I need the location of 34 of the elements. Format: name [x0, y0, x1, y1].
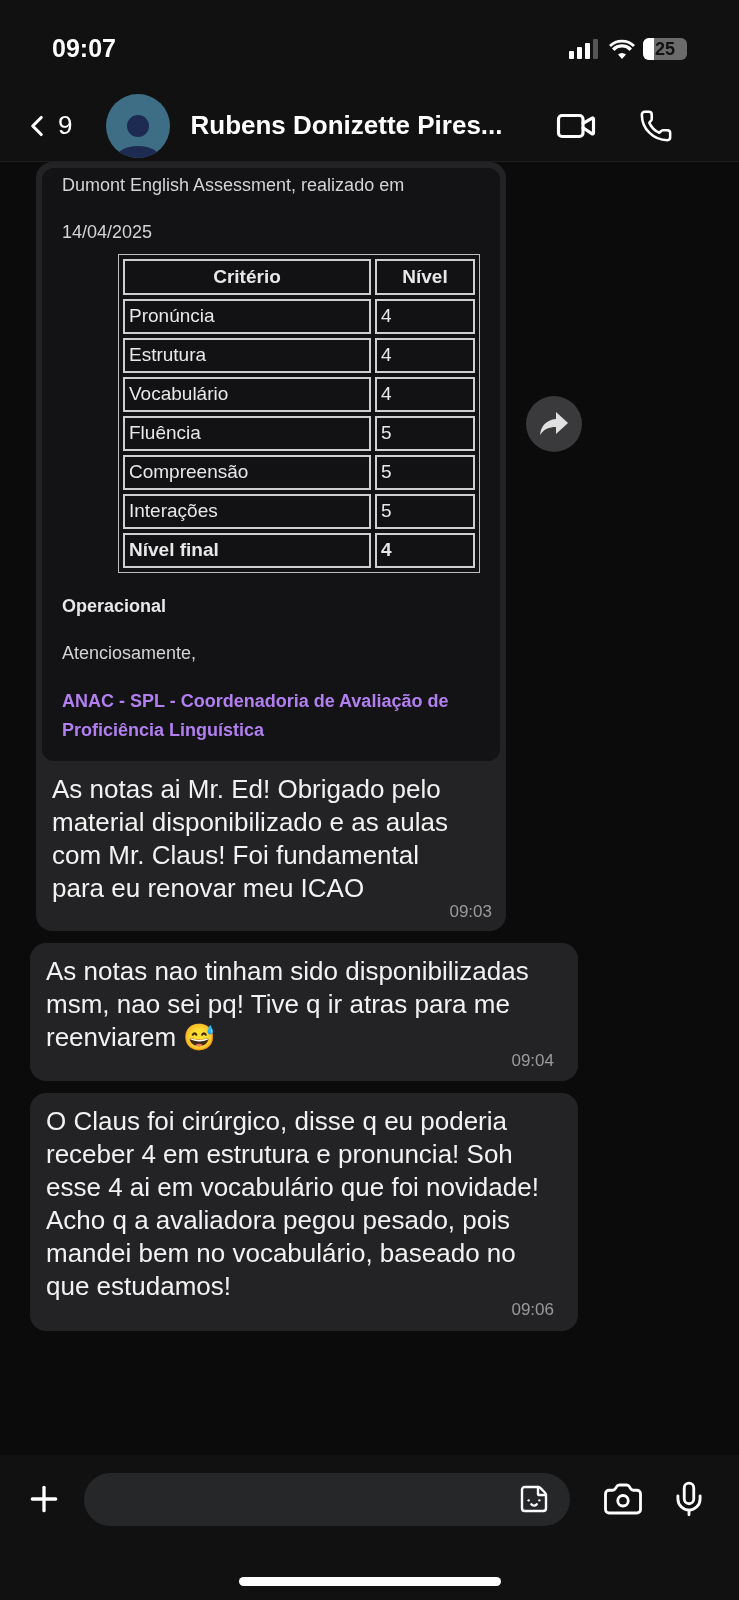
table-cell: 4 — [375, 299, 475, 334]
table-cell: 4 — [375, 338, 475, 373]
table-cell: 5 — [375, 455, 475, 490]
table-cell: Pronúncia — [123, 299, 371, 334]
table-cell: 4 — [375, 533, 475, 568]
table-cell: Estrutura — [123, 338, 371, 373]
table-header-cell: Nível — [375, 259, 475, 295]
message-input-field[interactable] — [84, 1472, 570, 1526]
sticker-icon[interactable] — [518, 1483, 550, 1515]
table-cell: 5 — [375, 494, 475, 529]
signature-link[interactable]: ANAC - SPL - Coordenadoria de Avaliação de Proficiência Linguística — [62, 687, 480, 745]
document-text: Atenciosamente, — [62, 642, 198, 665]
contact-name[interactable]: Rubens Donizette Pires... — [190, 106, 503, 145]
table-cell: Compreensão — [123, 455, 371, 490]
signal-icon — [569, 39, 601, 59]
message-text: As notas ai Mr. Ed! Obrigado pelo material disponibilizado e as aulas com Mr. Claus! Foi fundamental para eu renovar meu ICAO — [51, 773, 449, 905]
status-time: 09:07 — [52, 33, 116, 65]
table-cell: Nível final — [123, 533, 371, 568]
table-cell: Interações — [123, 494, 371, 529]
table-header-cell: Critério — [123, 259, 371, 295]
back-button[interactable]: 9 — [20, 106, 73, 145]
table-cell: 5 — [375, 416, 475, 451]
wifi-icon — [609, 39, 635, 59]
document-text: 14/04/2025 — [62, 221, 154, 244]
document-text: Dumont English Assessment, realizado em — [62, 174, 406, 197]
table-cell: Fluência — [123, 416, 371, 451]
table-cell: 4 — [375, 377, 475, 412]
table-cell: Vocabulário — [123, 377, 371, 412]
message-time: 09:03 — [449, 901, 492, 923]
phone-icon[interactable] — [639, 108, 673, 143]
forward-button[interactable] — [526, 396, 582, 452]
forward-icon — [540, 412, 568, 436]
battery-indicator: 25 — [643, 38, 687, 60]
document-text: Operacional — [62, 595, 168, 618]
